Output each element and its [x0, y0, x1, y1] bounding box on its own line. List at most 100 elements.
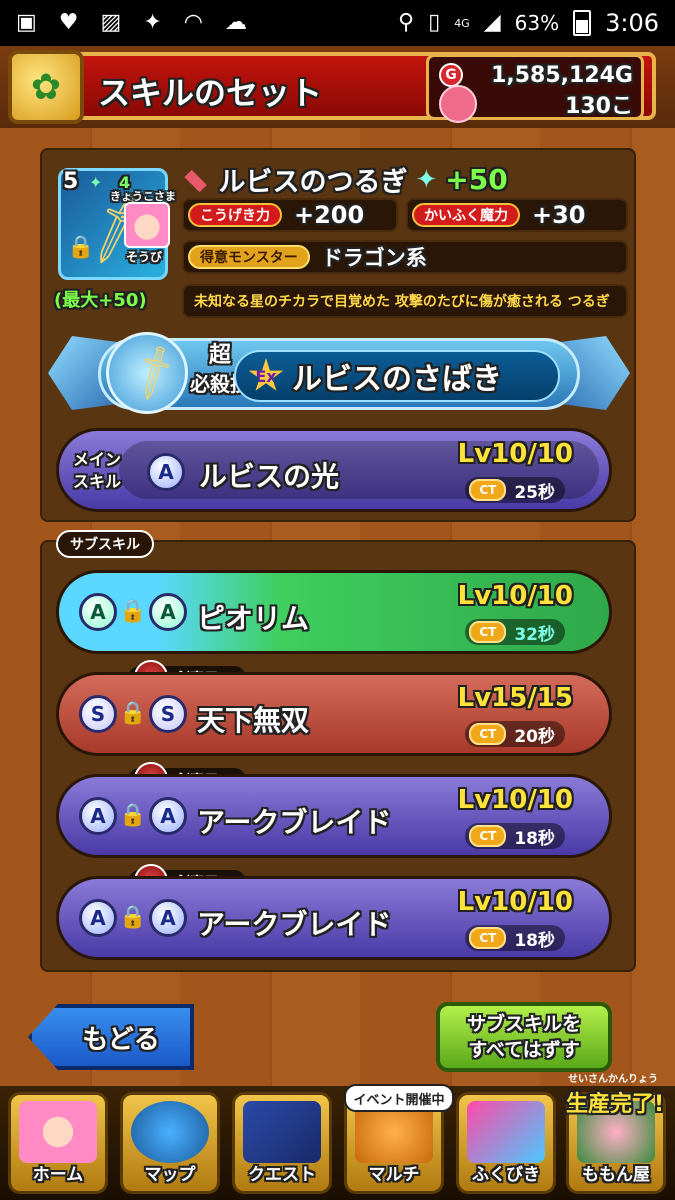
nav-label: クエスト — [248, 1165, 316, 1185]
cooldown: CT 20秒 — [465, 721, 565, 747]
home-avatar-icon — [19, 1101, 97, 1163]
lock-icon: 🔒 — [119, 803, 147, 828]
nav-map[interactable]: マップ — [120, 1092, 220, 1194]
cooldown: CT 18秒 — [465, 823, 565, 849]
main-tag-1: メイン — [72, 450, 121, 469]
skill-level: Lv15/15 — [457, 683, 573, 713]
location-icon: ⚲ — [397, 10, 415, 35]
skill-level: Lv10/10 — [457, 785, 573, 815]
nav-label: ももん屋 — [582, 1165, 650, 1185]
specialty-value: ドラゴン系 — [321, 246, 427, 270]
page-title: スキルのセット — [98, 74, 323, 112]
gem-s-icon: S — [149, 695, 187, 733]
ct-value: 18秒 — [514, 930, 555, 951]
skill-name: ピオリム — [197, 602, 310, 635]
image-icon: ▨ — [100, 10, 122, 35]
remove-label: サブスキルを すべてはずす — [467, 1011, 581, 1063]
clock: 3:06 — [605, 9, 659, 37]
equipper-avatar: きょうこさま そうび — [110, 188, 180, 268]
sub-skill-3[interactable]: A 🔒 A アークブレイド Lv10/10 CT 18秒 — [56, 774, 612, 858]
header: ✿ スキルのセット G 1,585,124G 130こ — [0, 46, 675, 128]
ct-value: 25秒 — [514, 482, 555, 503]
skill-name: ルビスの光 — [199, 460, 340, 493]
nav-home[interactable]: ホーム — [8, 1092, 108, 1194]
ultimate-name: ルビスのさばき — [292, 362, 502, 397]
avatar — [124, 202, 170, 248]
globe-icon — [131, 1101, 209, 1163]
max-plus: (最大+50) — [54, 290, 147, 311]
lock-icon: 🔒 — [119, 599, 147, 624]
weapon-name-row: ▬ ルビスのつるぎ ✦ +50 — [176, 158, 508, 200]
sub-skill-4[interactable]: A 🔒 A アークブレイド Lv10/10 CT 18秒 — [56, 876, 612, 960]
gold-icon: G — [439, 63, 463, 87]
ct-badge: CT — [469, 825, 507, 847]
main-tag-2: スキル — [72, 472, 121, 491]
ultimate-skill[interactable]: 🗡 超 必殺技 Ex ルビスのさばき — [48, 328, 630, 418]
gem-icon — [439, 85, 477, 123]
ultimate-name-box: Ex ルビスのさばき — [234, 350, 560, 402]
specialty-row: 得意モンスター ドラゴン系 — [182, 240, 628, 274]
skill-level: Lv10/10 — [457, 887, 573, 917]
network-type: 4G — [454, 16, 470, 30]
stat-label: かいふく魔力 — [412, 203, 520, 227]
lock-icon: 🔒 — [119, 905, 147, 930]
ct-badge: CT — [469, 927, 507, 949]
gem-a-icon: A — [79, 593, 117, 631]
ct-value: 20秒 — [514, 726, 555, 747]
ct-value: 18秒 — [514, 828, 555, 849]
stat-attack: こうげき力 +200 — [182, 198, 398, 232]
contacts-icon: ▣ — [16, 10, 37, 35]
nav-lottery[interactable]: ふくびき — [456, 1092, 556, 1194]
wifi-icon: ◠ — [183, 10, 203, 35]
event-tag: イベント開催中 — [344, 1084, 454, 1112]
gem-s-icon: S — [79, 695, 117, 733]
main-skill-tag: メイン スキル — [69, 449, 125, 493]
cooldown: CT 25秒 — [465, 477, 565, 503]
main-skill[interactable]: メイン スキル A ルビスの光 Lv10/10 CT 25秒 — [56, 428, 612, 512]
nav-label: ホーム — [32, 1165, 84, 1185]
battery-icon — [573, 10, 592, 36]
back-button[interactable]: もどる — [28, 1004, 194, 1070]
status-bar: ▣ ♥ ▨ ✦ ◠ ☁ ⚲ ▯ 4G ◢ 63% 3:06 — [0, 0, 675, 46]
stat-heal: かいふく魔力 +30 — [406, 198, 628, 232]
stat-value: +30 — [532, 201, 586, 229]
nav-label: ふくびき — [472, 1165, 540, 1185]
ex-star-icon: Ex — [248, 358, 284, 391]
remove-label-2: すべてはずす — [468, 1039, 580, 1061]
ct-badge: CT — [469, 621, 507, 643]
production-done-label: 生産完了! — [566, 1092, 665, 1117]
quest-book-icon — [243, 1101, 321, 1163]
back-label: もどる — [82, 1024, 160, 1055]
sub-skill-1[interactable]: A 🔒 A ピオリム Lv10/10 CT 32秒 — [56, 570, 612, 654]
gold-amount: 1,585,124G — [491, 62, 633, 88]
currency-box: G 1,585,124G 130こ — [426, 54, 644, 123]
cooldown: CT 32秒 — [465, 619, 565, 645]
gem-a-icon: A — [149, 593, 187, 631]
stat-label: こうげき力 — [188, 203, 282, 227]
gem-a-icon: A — [79, 797, 117, 835]
nav-quest[interactable]: クエスト — [232, 1092, 332, 1194]
sub-skill-2[interactable]: S 🔒 S 天下無双 Lv15/15 CT 20秒 — [56, 672, 612, 756]
gem-a-icon: A — [149, 899, 187, 937]
nav-label: マルチ — [368, 1165, 420, 1185]
remove-all-sub-skills-button[interactable]: サブスキルを すべてはずす — [436, 1002, 612, 1072]
skill-level: Lv10/10 — [457, 581, 573, 611]
sub-skill-tab: サブスキル — [56, 530, 154, 558]
gem-a-icon: A — [79, 899, 117, 937]
skill-name: アークブレイド — [197, 806, 392, 839]
twitter-icon: ✦ — [143, 10, 162, 35]
lock-icon: 🔒 — [119, 701, 147, 726]
skill-name: 天下無双 — [197, 704, 310, 737]
signal-icon: ◢ — [483, 10, 501, 35]
weapon-plus: +50 — [445, 163, 508, 196]
gem-amount: 130こ — [565, 94, 633, 119]
gem-a-icon: A — [149, 797, 187, 835]
ct-value: 32秒 — [514, 624, 555, 645]
ct-badge: CT — [469, 723, 507, 745]
skill-level: Lv10/10 — [457, 439, 573, 469]
stat-value: +200 — [294, 201, 365, 229]
weapon-description: 未知なる星のチカラで目覚めた 攻撃のたびに傷が癒される つるぎ — [182, 284, 628, 318]
skill-emblem-icon: ✿ — [8, 50, 84, 124]
weapon-name: ルビスのつるぎ — [218, 167, 408, 198]
lock-icon: 🔒 — [67, 235, 95, 260]
